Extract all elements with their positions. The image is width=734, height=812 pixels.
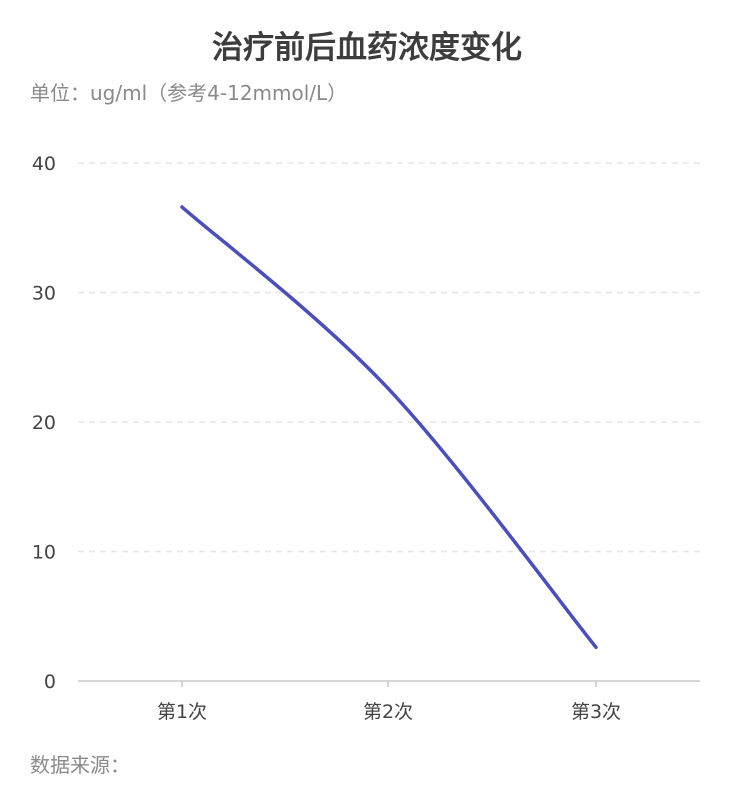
x-tick-label: 第3次 [571,701,621,723]
y-axis-ticks: 0 10 20 30 40 [32,153,56,693]
x-axis-ticks: 第1次 第2次 第3次 [157,681,621,723]
data-source-label: 数据来源： [30,753,130,777]
y-tick-label: 30 [32,283,56,305]
grid-lines [78,162,700,553]
line-chart: 0 10 20 30 40 第1次 第2次 第3次 [32,153,700,723]
series-layer [180,205,598,650]
x-tick-label: 第2次 [363,701,413,723]
y-tick-label: 10 [32,542,56,564]
y-tick-label: 40 [32,153,56,175]
x-tick-label: 第1次 [157,701,207,723]
y-tick-label: 0 [44,671,56,693]
series-line [180,205,598,650]
y-tick-label: 20 [32,412,56,434]
